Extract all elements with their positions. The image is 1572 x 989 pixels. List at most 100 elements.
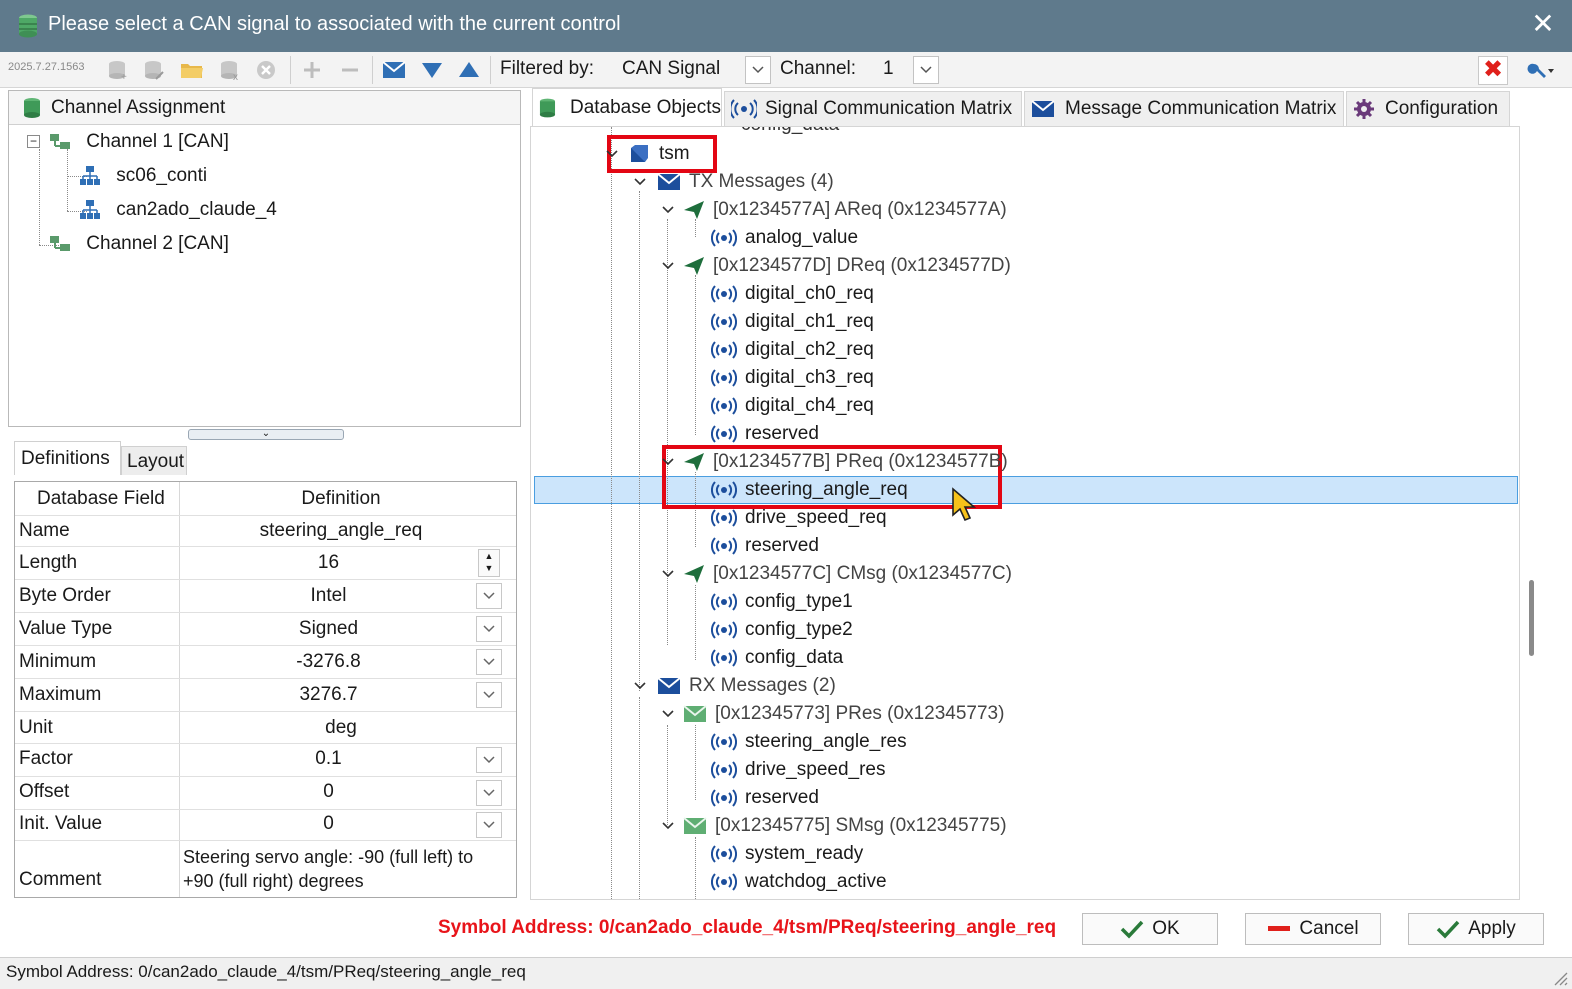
resize-grip-icon[interactable] <box>1552 970 1568 986</box>
open-folder-icon[interactable] <box>178 56 206 84</box>
tree-signal-row-partial[interactable]: config_data <box>707 127 839 139</box>
close-icon[interactable]: ✕ <box>1528 9 1558 39</box>
tree-tx-messages[interactable]: TX Messages (4) <box>633 168 834 196</box>
tree-scrollbar-thumb[interactable] <box>1529 580 1534 656</box>
init-value-value[interactable]: 0 <box>181 813 476 835</box>
cancel-circle-icon[interactable] <box>252 56 280 84</box>
edit-database-icon[interactable] <box>140 56 168 84</box>
chevron-down-icon[interactable] <box>661 707 675 721</box>
tree-message-preq[interactable]: [0x1234577B] PReq (0x1234577B) <box>661 448 1008 476</box>
tree-signal-row[interactable]: reserved <box>711 784 819 812</box>
tree-line <box>611 127 612 899</box>
length-value[interactable]: 16 <box>181 552 476 574</box>
tree-message-dreq[interactable]: [0x1234577D] DReq (0x1234577D) <box>661 252 1011 280</box>
channel-1-label: Channel 1 [CAN] <box>86 131 229 152</box>
offset-value[interactable]: 0 <box>181 781 476 803</box>
maximum-value[interactable]: 3276.7 <box>181 684 476 706</box>
comment-value[interactable]: Steering servo angle: -90 (full left) to… <box>183 845 473 893</box>
length-spinner-icon[interactable]: ▲ ▼ <box>478 549 500 577</box>
move-up-icon[interactable] <box>455 56 483 84</box>
tree-signal-row[interactable]: digital_ch0_req <box>711 280 874 308</box>
tree-signal-row[interactable]: config_type2 <box>711 616 853 644</box>
name-value[interactable]: steering_angle_req <box>181 520 501 542</box>
tree-signal-row[interactable]: reserved <box>711 420 819 448</box>
chevron-down-icon[interactable] <box>476 649 502 675</box>
channel-assignment-title: Channel Assignment <box>51 97 226 118</box>
panel-splitter-handle[interactable]: ⌄ <box>188 429 344 440</box>
wrench-settings-icon[interactable] <box>1518 56 1558 85</box>
tree-signal-row[interactable]: drive_speed_res <box>711 756 885 784</box>
tree-signal-row[interactable]: digital_ch1_req <box>711 308 874 336</box>
tree-message-smsg[interactable]: [0x12345775] SMsg (0x12345775) <box>661 812 1007 840</box>
db-can2ado-item[interactable]: can2ado_claude_4 <box>79 199 277 221</box>
cancel-button[interactable]: Cancel <box>1245 913 1381 945</box>
tree-signal-row[interactable]: watchdog_active <box>711 868 887 896</box>
signal-broadcast-icon <box>711 481 737 499</box>
tree-signal-row[interactable]: drive_speed_req <box>711 504 887 532</box>
message-label: [0x1234577A] AReq (0x1234577A) <box>713 199 1007 220</box>
ok-button[interactable]: OK <box>1082 913 1218 945</box>
chevron-down-icon[interactable] <box>605 147 619 161</box>
chevron-down-icon[interactable] <box>476 780 502 806</box>
collapse-toggle-icon[interactable]: − <box>27 135 40 148</box>
tree-signal-row[interactable]: config_data <box>711 644 843 672</box>
tree-signal-row[interactable]: config_type1 <box>711 588 853 616</box>
message-envelope-icon[interactable] <box>380 56 408 84</box>
clear-filter-icon[interactable]: ✖ <box>1478 56 1508 85</box>
tree-node-tsm[interactable]: tsm <box>605 140 690 168</box>
value-type-value[interactable]: Signed <box>181 618 476 640</box>
chevron-down-icon[interactable] <box>476 616 502 642</box>
tab-signal-communication-matrix[interactable]: Signal Communication Matrix <box>724 91 1022 126</box>
signal-broadcast-icon <box>731 99 757 119</box>
chevron-down-icon[interactable] <box>661 567 675 581</box>
tree-signal-row[interactable]: analog_value <box>711 224 858 252</box>
tree-message-cmsg[interactable]: [0x1234577C] CMsg (0x1234577C) <box>661 560 1012 588</box>
channel-2-item[interactable]: Channel 2 [CAN] <box>49 233 229 255</box>
tab-definitions[interactable]: Definitions <box>14 441 121 475</box>
chevron-down-icon[interactable] <box>476 747 502 773</box>
chevron-down-icon[interactable] <box>476 812 502 838</box>
tree-signal-row[interactable]: digital_ch4_req <box>711 392 874 420</box>
chevron-down-icon[interactable] <box>476 583 502 609</box>
chevron-down-icon[interactable] <box>661 819 675 833</box>
add-database-icon[interactable]: + <box>104 56 132 84</box>
received-envelope-icon <box>683 705 707 722</box>
tree-signal-row[interactable]: digital_ch2_req <box>711 336 874 364</box>
tree-signal-row-selected[interactable]: steering_angle_req <box>711 476 908 504</box>
tree-signal-row[interactable]: system_ready <box>711 840 863 868</box>
filter-dropdown-chevron-icon[interactable] <box>745 56 771 84</box>
chevron-down-icon[interactable] <box>633 679 647 693</box>
tree-rx-messages[interactable]: RX Messages (2) <box>633 672 836 700</box>
tree-message-pres[interactable]: [0x12345773] PRes (0x12345773) <box>661 700 1004 728</box>
channel-dropdown-chevron-icon[interactable] <box>913 56 939 84</box>
svg-text:+: + <box>121 72 127 81</box>
grid-row-value-type: Value Type Signed <box>15 613 516 646</box>
chevron-down-icon[interactable] <box>661 259 675 273</box>
tab-configuration[interactable]: Configuration <box>1346 91 1510 126</box>
tab-layout[interactable]: Layout <box>121 446 187 475</box>
tab-database-objects[interactable]: Database Objects <box>532 88 722 126</box>
channel-combo-value[interactable]: 1 <box>883 58 894 80</box>
chevron-down-icon[interactable] <box>633 175 647 189</box>
tree-signal-row[interactable]: reserved <box>711 532 819 560</box>
move-down-icon[interactable] <box>418 56 446 84</box>
chevron-down-icon[interactable] <box>661 203 675 217</box>
minimum-value[interactable]: -3276.8 <box>181 651 476 673</box>
tab-message-communication-matrix[interactable]: Message Communication Matrix <box>1024 91 1344 126</box>
apply-button[interactable]: Apply <box>1408 913 1544 945</box>
chevron-down-icon[interactable] <box>476 682 502 708</box>
filter-combo-value[interactable]: CAN Signal <box>622 58 720 80</box>
tab-label: Message Communication Matrix <box>1065 98 1337 119</box>
channel-1-item[interactable]: Channel 1 [CAN] <box>49 131 229 153</box>
unit-value[interactable]: deg <box>181 717 501 739</box>
tree-message-areq[interactable]: [0x1234577A] AReq (0x1234577A) <box>661 196 1007 224</box>
byte-order-value[interactable]: Intel <box>181 585 476 607</box>
chevron-down-icon[interactable] <box>661 455 675 469</box>
plus-icon[interactable] <box>298 56 326 84</box>
minus-icon[interactable] <box>336 56 364 84</box>
factor-value[interactable]: 0.1 <box>181 748 476 770</box>
remove-database-icon[interactable]: x <box>216 56 244 84</box>
db-sc06-item[interactable]: sc06_conti <box>79 165 207 187</box>
tree-signal-row[interactable]: steering_angle_res <box>711 728 907 756</box>
tree-signal-row[interactable]: digital_ch3_req <box>711 364 874 392</box>
